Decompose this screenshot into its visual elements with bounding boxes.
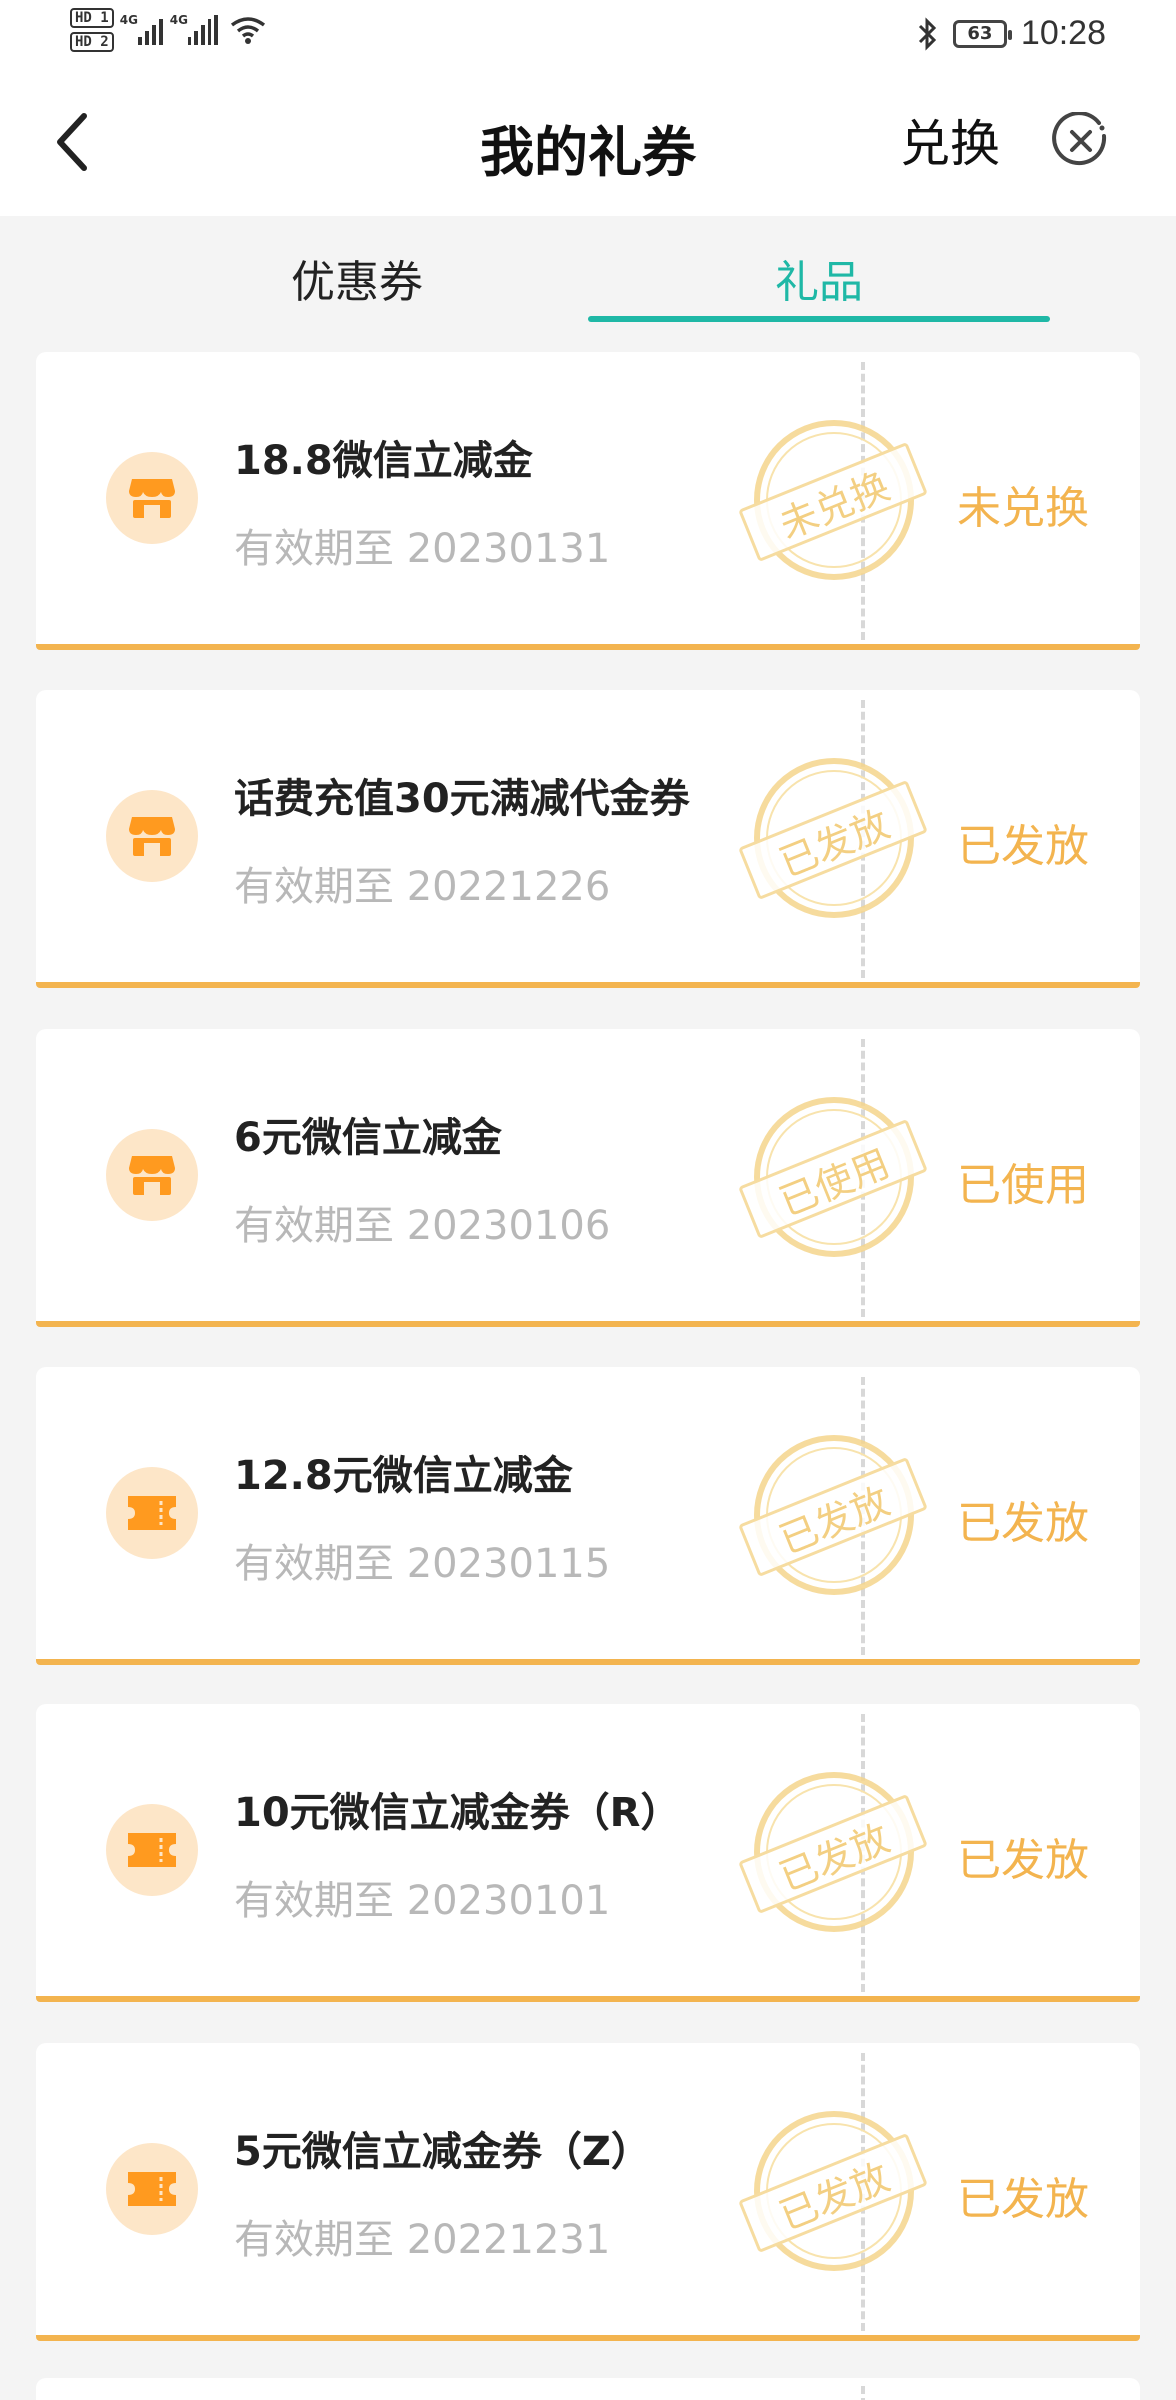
status-stamp: 未兑换 (738, 412, 928, 592)
network-type-label: 4G (169, 13, 188, 27)
shop-icon (106, 452, 198, 544)
gift-name: 5元微信立减金券（Z） (234, 2129, 651, 2175)
status-stamp: 已使用 (738, 1089, 928, 1269)
gift-name: 6元微信立减金 (234, 1115, 502, 1161)
gift-name: 18.8微信立减金 (234, 438, 533, 484)
status-stamp: 已发放 (738, 2103, 928, 2283)
dashed-divider (861, 2386, 865, 2400)
tab-bar: 优惠券 礼品 (0, 216, 1176, 336)
gift-card[interactable]: 10元微信立减金券（R） 有效期至 20230101 已发放 已发放 (36, 1704, 1140, 2002)
gift-name: 12.8元微信立减金 (234, 1453, 573, 1499)
expiry-date: 有效期至 20221226 (234, 864, 611, 910)
gift-card-partial[interactable] (36, 2378, 1140, 2400)
status-label: 未兑换 (957, 483, 1089, 534)
gift-card[interactable]: 话费充值30元满减代金券 有效期至 20221226 已发放 已发放 (36, 690, 1140, 988)
close-circle-icon (1052, 111, 1107, 166)
gift-card[interactable]: 12.8元微信立减金 有效期至 20230115 已发放 已发放 (36, 1367, 1140, 1665)
close-button[interactable] (1052, 111, 1110, 170)
network-type-label: 4G (119, 13, 138, 27)
status-label: 已发放 (957, 2174, 1089, 2225)
status-stamp: 已发放 (738, 1764, 928, 1944)
status-label: 已发放 (957, 1498, 1089, 1549)
expiry-date: 有效期至 20230115 (234, 1541, 611, 1587)
signal-icon: 4G (170, 13, 218, 45)
status-stamp: 已发放 (738, 1427, 928, 1607)
status-bar: HD 1 HD 2 4G 4G 63 10:28 (0, 0, 1176, 72)
sim1-badge: HD 1 (70, 8, 114, 28)
status-label: 已发放 (957, 821, 1089, 872)
active-tab-indicator (588, 316, 1050, 322)
status-label: 已使用 (957, 1160, 1089, 1211)
wifi-icon (230, 17, 265, 44)
gift-name: 话费充值30元满减代金券 (234, 776, 690, 822)
status-left: HD 1 HD 2 4G 4G (70, 8, 268, 52)
status-right: 63 10:28 (917, 14, 1106, 53)
gift-card[interactable]: 18.8微信立减金 有效期至 20230131 未兑换 未兑换 (36, 352, 1140, 650)
gift-card[interactable]: 5元微信立减金券（Z） 有效期至 20221231 已发放 已发放 (36, 2043, 1140, 2341)
expiry-date: 有效期至 20230101 (234, 1878, 611, 1924)
status-label: 已发放 (957, 1835, 1089, 1886)
gift-card[interactable]: 6元微信立减金 有效期至 20230106 已使用 已使用 (36, 1029, 1140, 1327)
expiry-date: 有效期至 20230106 (234, 1203, 611, 1249)
ticket-icon (106, 1804, 198, 1896)
redeem-button[interactable]: 兑换 (900, 104, 1000, 176)
expiry-date: 有效期至 20221231 (234, 2217, 611, 2263)
signal-icon: 4G (120, 13, 164, 45)
battery-icon: 63 (952, 19, 1012, 48)
sim-indicators: HD 1 HD 2 (70, 8, 114, 52)
clock: 10:28 (1020, 14, 1106, 52)
app-header: 我的礼券 兑换 (0, 72, 1176, 216)
tab-gifts[interactable]: 礼品 (588, 246, 1050, 310)
shop-icon (106, 790, 198, 882)
sim2-badge: HD 2 (70, 32, 114, 52)
gift-name: 10元微信立减金券（R） (234, 1790, 681, 1836)
bluetooth-icon (918, 16, 937, 51)
tab-coupons[interactable]: 优惠券 (126, 246, 588, 310)
ticket-icon (106, 2143, 198, 2235)
status-stamp: 已发放 (738, 750, 928, 930)
ticket-icon (106, 1467, 198, 1559)
expiry-date: 有效期至 20230131 (234, 526, 611, 572)
shop-icon (106, 1129, 198, 1221)
battery-level: 63 (967, 23, 993, 44)
